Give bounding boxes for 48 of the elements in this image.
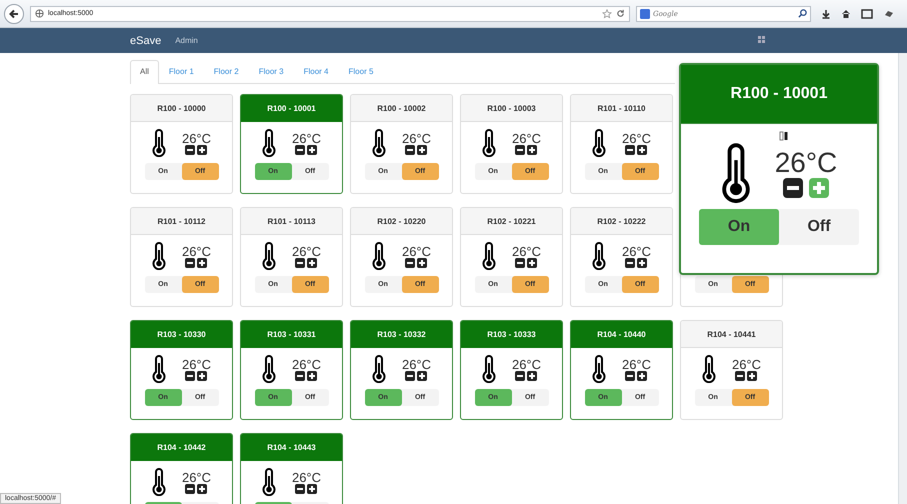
on-button[interactable]: On (699, 209, 779, 245)
temperature-reading: 26°C (292, 132, 322, 144)
temperature-reading: 26°C (182, 470, 212, 484)
room-card[interactable]: R104 - 10442 26°C (130, 433, 233, 504)
temperature-reading: 26°C (182, 244, 212, 258)
temperature-reading: 26°C (622, 132, 652, 144)
room-title: R100 - 10001 (730, 85, 828, 103)
temperature-reading: 26°C (292, 358, 322, 370)
room-title: R101 - 10113 (267, 216, 316, 226)
room-title: R102 - 10222 (597, 216, 646, 226)
floor-tab[interactable]: Floor 1 (158, 60, 204, 83)
room-title: R104 - 10443 (267, 442, 316, 452)
off-button[interactable]: Off (779, 209, 859, 245)
temperature-reading: 26°C (732, 358, 762, 370)
room-title: R104 - 10441 (707, 330, 756, 338)
room-title: R104 - 10440 (597, 330, 646, 338)
room-title: R100 - 10000 (157, 104, 206, 112)
room-title: R100 - 10003 (487, 104, 536, 112)
temperature-reading: 26°C (292, 470, 322, 484)
temperature-reading: 26°C (182, 132, 212, 144)
room-title: R101 - 10112 (157, 216, 206, 226)
floor-tab[interactable]: Floor 4 (294, 60, 339, 83)
temperature-reading: 26°C (622, 358, 652, 370)
temperature-reading: 26°C (402, 132, 432, 144)
room-title: R101 - 10110 (597, 104, 646, 112)
temperature-reading: 26°C (512, 358, 542, 370)
temperature-reading: 26°C (402, 358, 432, 370)
room-title: R103 - 10331 (267, 330, 316, 338)
room-title: R103 - 10330 (157, 330, 206, 338)
temperature-reading: 26°C (512, 244, 542, 258)
brand-link[interactable]: eSave (130, 34, 162, 46)
room-title: R100 - 10001 (267, 104, 316, 112)
floor-tab[interactable]: Floor 3 (248, 60, 294, 83)
room-card[interactable]: R104 - 10443 26°C (240, 433, 343, 504)
nav-link[interactable]: Admin (175, 36, 198, 45)
room-title: R103 - 10332 (377, 330, 426, 338)
room-title: R100 - 10002 (377, 104, 426, 112)
floor-tab[interactable]: All (130, 60, 159, 84)
room-title: R102 - 10220 (377, 216, 426, 226)
temperature-reading: 26°C (774, 148, 838, 178)
room-title: R104 - 10442 (157, 442, 206, 452)
temperature-reading: 26°C (622, 244, 652, 258)
room-title: R103 - 10333 (487, 330, 536, 338)
temperature-reading: 26°C (182, 358, 212, 370)
temperature-reading: 26°C (512, 132, 542, 144)
temperature-reading: 26°C (292, 244, 322, 258)
room-title: R102 - 10221 (487, 216, 536, 226)
temperature-reading: 26°C (402, 244, 432, 258)
